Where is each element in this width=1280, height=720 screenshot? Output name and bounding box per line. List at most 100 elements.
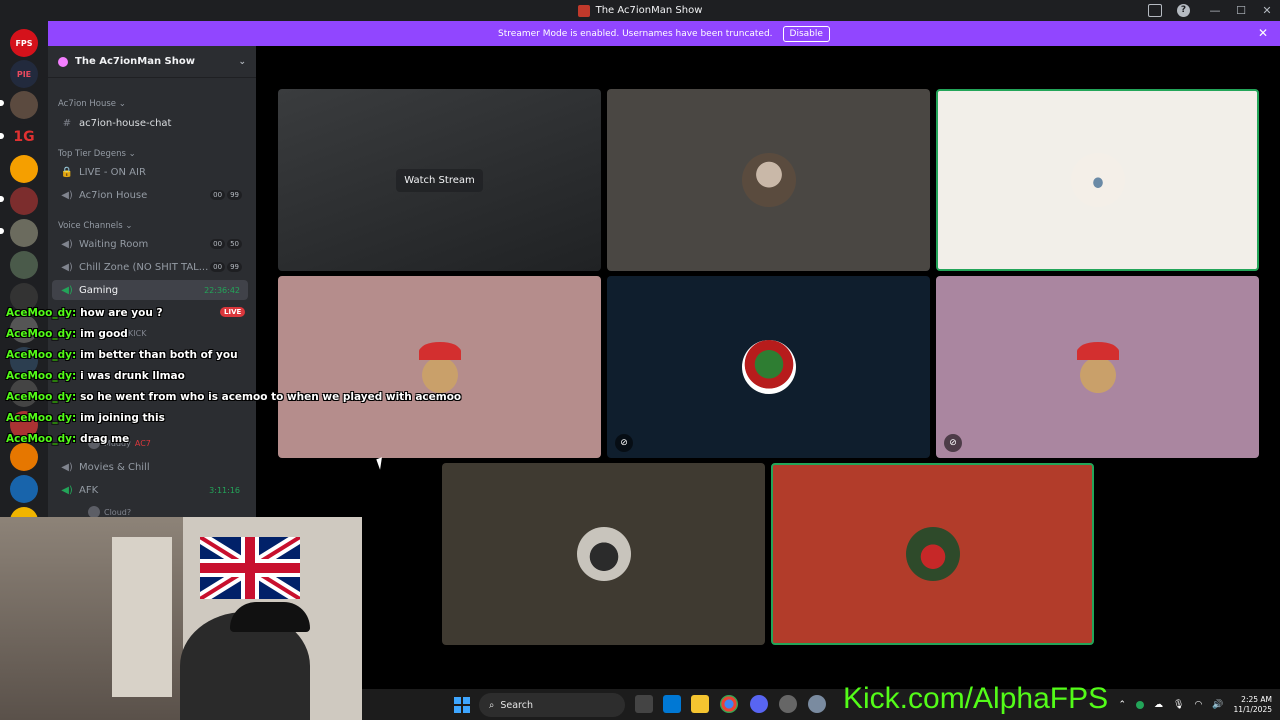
unread-indicator	[0, 228, 4, 234]
settings-icon[interactable]	[808, 695, 826, 713]
boost-gem-icon	[58, 56, 68, 67]
inbox-icon[interactable]	[1148, 4, 1162, 17]
user-limit-badge: 00 50	[210, 239, 242, 249]
chat-line: AceMoo_dy: so he went from who is acemoo …	[6, 390, 462, 403]
channel-live-on-air[interactable]: 🔒 LIVE - ON AIR	[52, 162, 248, 182]
channel-ac7ion-house[interactable]: ◀) Ac7ion House 00 99	[52, 185, 248, 205]
avatar	[1070, 153, 1125, 207]
user-limit-badge: 00 99	[210, 262, 242, 272]
title-bar: The Ac7ionMan Show ? — ☐ ✕	[0, 0, 1280, 21]
kick-url-overlay: Kick.com/AlphaFPS	[843, 682, 1109, 715]
chat-line: AceMoo_dy: i was drunk llmao	[6, 369, 185, 382]
server-icon[interactable]	[10, 251, 38, 279]
channel-waiting-room[interactable]: ◀) Waiting Room 00 50	[52, 234, 248, 254]
banner-text: Streamer Mode is enabled. Usernames have…	[498, 28, 773, 39]
cap	[230, 602, 310, 632]
status-icon[interactable]	[1136, 700, 1145, 709]
participant-tile[interactable]	[607, 89, 930, 271]
webcam-overlay	[0, 517, 362, 720]
unread-indicator	[0, 100, 4, 106]
avatar	[1070, 340, 1125, 394]
watch-stream-button[interactable]: Watch Stream	[396, 168, 483, 192]
participant-tile[interactable]: ⊘	[607, 276, 930, 458]
unread-indicator	[0, 133, 4, 139]
user-cloud: Cloud?	[104, 507, 132, 517]
avatar	[741, 340, 796, 394]
taskbar: ⌕ Search Kick.com/AlphaFPS ⌃ ☁ 🎙 ◠ 🔊 2:2…	[362, 682, 1280, 720]
store-icon[interactable]	[663, 695, 681, 713]
help-icon[interactable]: ?	[1177, 4, 1190, 17]
speaker-icon: ◀)	[61, 461, 73, 473]
speaker-icon: ◀)	[61, 261, 73, 273]
close-button[interactable]: ✕	[1254, 0, 1280, 21]
muted-icon: ⊘	[944, 434, 962, 452]
network-icon[interactable]: ☁	[1154, 700, 1163, 710]
avatar	[576, 527, 631, 581]
disable-button[interactable]: Disable	[782, 25, 830, 42]
participant-tile[interactable]	[442, 463, 765, 645]
union-jack-flag	[200, 537, 300, 599]
participant-tile-speaking[interactable]	[771, 463, 1094, 645]
category-header[interactable]: Voice Channels ⌄	[58, 221, 132, 231]
chevron-down-icon: ⌄	[238, 56, 246, 67]
server-icon[interactable]: PIE	[10, 60, 38, 88]
streamer-mode-banner: Streamer Mode is enabled. Usernames have…	[48, 21, 1280, 46]
avatar	[905, 527, 960, 581]
server-icon[interactable]	[10, 91, 38, 119]
server-icon[interactable]	[10, 155, 38, 183]
file-explorer-icon[interactable]	[691, 695, 709, 713]
app-icon[interactable]	[779, 695, 797, 713]
chat-line: AceMoo_dy: im better than both of you	[6, 348, 238, 361]
server-header[interactable]: The Ac7ionMan Show ⌄	[48, 46, 256, 78]
santa-hat-icon	[1076, 342, 1119, 360]
channel-chill-zone[interactable]: ◀) Chill Zone (NO SHIT TAL... 00 99	[52, 257, 248, 277]
channel-house-chat[interactable]: # ac7ion-house-chat	[52, 113, 248, 133]
channel-gaming[interactable]: ◀) Gaming 22:36:42	[52, 280, 248, 300]
wifi-icon[interactable]: ◠	[1194, 700, 1202, 710]
channel-movies[interactable]: ◀) Movies & Chill	[52, 457, 248, 477]
server-logo-icon	[577, 4, 590, 17]
minimize-button[interactable]: —	[1202, 0, 1228, 21]
deafened-icon: ⊘	[615, 434, 633, 452]
user-limit-badge: 00 99	[210, 190, 242, 200]
taskbar-search[interactable]: ⌕ Search	[479, 693, 625, 717]
chat-line: AceMoo_dy: how are you ?	[6, 306, 163, 319]
volume-icon[interactable]: 🔊	[1212, 700, 1223, 710]
server-icon[interactable]	[10, 219, 38, 247]
discord-icon[interactable]	[750, 695, 768, 713]
stream-chat-overlay: AceMoo_dy: how are you ? AceMoo_dy: im goo…	[6, 302, 462, 449]
participant-tile-speaking[interactable]	[936, 89, 1259, 271]
channel-afk[interactable]: ◀) AFK 3:11:16	[52, 480, 248, 500]
window-title: The Ac7ionMan Show	[577, 4, 703, 17]
server-icon[interactable]	[10, 187, 38, 215]
chevron-up-icon[interactable]: ⌃	[1118, 700, 1126, 710]
channel-timer: 22:36:42	[204, 285, 240, 295]
close-icon[interactable]: ✕	[1258, 26, 1268, 40]
server-name: The Ac7ionMan Show	[75, 56, 195, 67]
stream-tile[interactable]: Watch Stream	[278, 89, 601, 271]
server-icon[interactable]: 1G	[10, 123, 38, 151]
speaker-icon: ◀)	[61, 484, 73, 496]
participant-tile[interactable]: ⊘	[936, 276, 1259, 458]
search-icon: ⌕	[489, 699, 495, 711]
system-tray: ⌃ ☁ 🎙 ◠ 🔊 2:25 AM 11/1/2025	[1118, 689, 1272, 720]
category-header[interactable]: Ac7ion House ⌄	[58, 99, 126, 109]
hash-icon: #	[62, 117, 72, 129]
microphone-icon[interactable]: 🎙	[1173, 700, 1184, 710]
avatar	[741, 153, 796, 207]
channel-timer: 3:11:16	[209, 485, 240, 495]
server-icon[interactable]: FPS	[10, 29, 38, 57]
lock-icon: 🔒	[60, 166, 74, 178]
category-header[interactable]: Top Tier Degens ⌄	[58, 149, 136, 159]
task-view-icon[interactable]	[635, 695, 653, 713]
maximize-button[interactable]: ☐	[1228, 0, 1254, 21]
speaker-icon: ◀)	[61, 238, 73, 250]
clock[interactable]: 2:25 AM 11/1/2025	[1234, 695, 1272, 715]
start-button[interactable]	[454, 697, 470, 713]
window-title-text: The Ac7ionMan Show	[595, 5, 703, 16]
chat-line: AceMoo_dy: drag me	[6, 432, 130, 445]
chrome-icon[interactable]	[720, 695, 738, 713]
speaker-icon: ◀)	[61, 284, 73, 296]
chat-line: AceMoo_dy: im good	[6, 327, 128, 340]
server-icon[interactable]	[10, 475, 38, 503]
